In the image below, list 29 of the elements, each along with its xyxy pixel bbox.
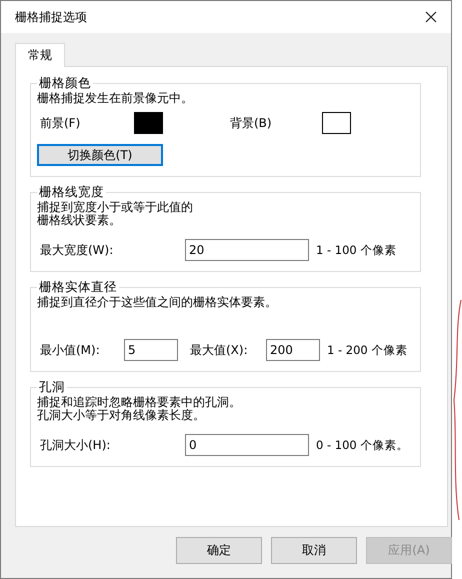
background-label: 背景(B): [230, 114, 273, 132]
foreground-label: 前景(F): [39, 114, 82, 132]
field-label: 孔洞大小(H):: [39, 436, 112, 454]
color-swatch[interactable]: [134, 112, 163, 134]
description-text: 捕捉到直径介于这些值之间的栅格实体要素。: [37, 296, 278, 309]
range-text: 1 - 100 个像素: [316, 242, 396, 258]
field-label: 最大宽度(W):: [39, 242, 114, 258]
range-text: 1 - 200 个像素: [327, 342, 408, 358]
group-title: 栅格实体直径: [38, 279, 118, 296]
group-title: 栅格线宽度: [38, 184, 105, 200]
range-text: 0 - 100 个像素。: [316, 438, 408, 452]
tab[interactable]: 常规: [15, 43, 65, 67]
color-swatch[interactable]: [322, 112, 351, 134]
close-icon: [425, 11, 437, 23]
dialog-button[interactable]: 取消: [271, 537, 357, 564]
input-field[interactable]: 200: [266, 339, 320, 361]
window-title: 栅格捕捉选项: [15, 8, 87, 26]
swap-colors-button[interactable]: 切换颜色(T): [37, 144, 163, 166]
input-field[interactable]: 5: [124, 339, 178, 361]
description-text: 栅格捕捉发生在前景像元中。: [37, 92, 194, 105]
input-field[interactable]: 20: [185, 239, 309, 261]
field-label: 最小值(M):: [39, 342, 101, 358]
dialog-button[interactable]: 确定: [176, 537, 262, 564]
description-text: 捕捉和追踪时忽略栅格要素中的孔洞。 孔洞大小等于对角线像素长度。: [37, 396, 242, 422]
group-title: 孔洞: [38, 379, 66, 396]
field-label: 最大值(X):: [189, 342, 249, 358]
group-title: 栅格颜色: [38, 75, 92, 92]
input-field[interactable]: 0: [185, 434, 309, 456]
description-text: 捕捉到宽度小于或等于此值的 栅格线状要素。: [37, 201, 194, 227]
